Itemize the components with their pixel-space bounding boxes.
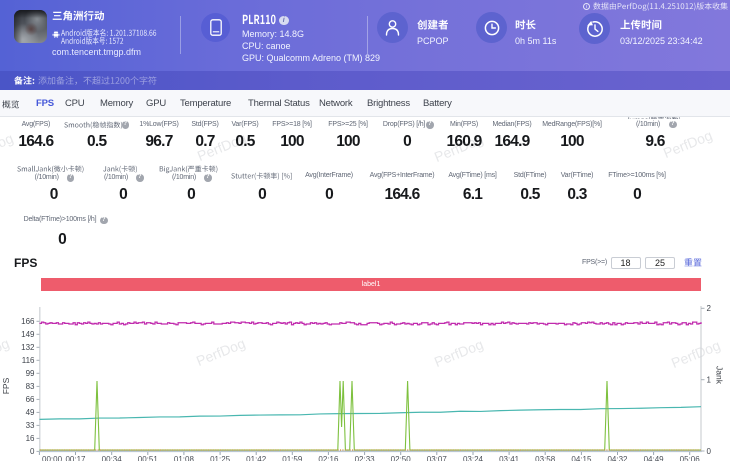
svg-text:149: 149 [21,330,35,339]
svg-text:02:50: 02:50 [391,455,412,461]
svg-text:01:25: 01:25 [210,455,231,461]
svg-text:Jank: Jank [715,366,725,385]
svg-text:03:24: 03:24 [463,455,484,461]
svg-text:0: 0 [707,447,712,456]
svg-text:2: 2 [707,304,712,313]
svg-text:01:59: 01:59 [282,455,303,461]
svg-text:116: 116 [22,356,35,365]
svg-text:04:15: 04:15 [571,455,592,461]
svg-text:83: 83 [26,382,35,391]
svg-text:04:32: 04:32 [607,455,628,461]
svg-text:33: 33 [26,421,35,430]
svg-text:00:51: 00:51 [138,455,159,461]
svg-text:166: 166 [21,317,35,326]
svg-text:02:16: 02:16 [318,455,339,461]
svg-text:03:07: 03:07 [427,455,448,461]
svg-text:1: 1 [707,376,712,385]
svg-text:01:42: 01:42 [246,455,267,461]
svg-text:05:06: 05:06 [680,455,701,461]
svg-text:00:34: 00:34 [102,455,123,461]
svg-text:99: 99 [26,369,35,378]
svg-text:132: 132 [21,343,35,352]
svg-text:49: 49 [26,408,35,417]
svg-text:00:00: 00:00 [42,455,63,461]
svg-text:FPS: FPS [1,377,11,394]
svg-text:03:58: 03:58 [535,455,556,461]
svg-text:00:17: 00:17 [65,455,86,461]
svg-text:0: 0 [30,447,35,456]
svg-text:03:41: 03:41 [499,455,520,461]
svg-text:02:33: 02:33 [355,455,376,461]
svg-text:01:08: 01:08 [174,455,195,461]
svg-text:04:49: 04:49 [644,455,665,461]
svg-text:66: 66 [26,395,35,404]
svg-text:16: 16 [26,434,35,443]
